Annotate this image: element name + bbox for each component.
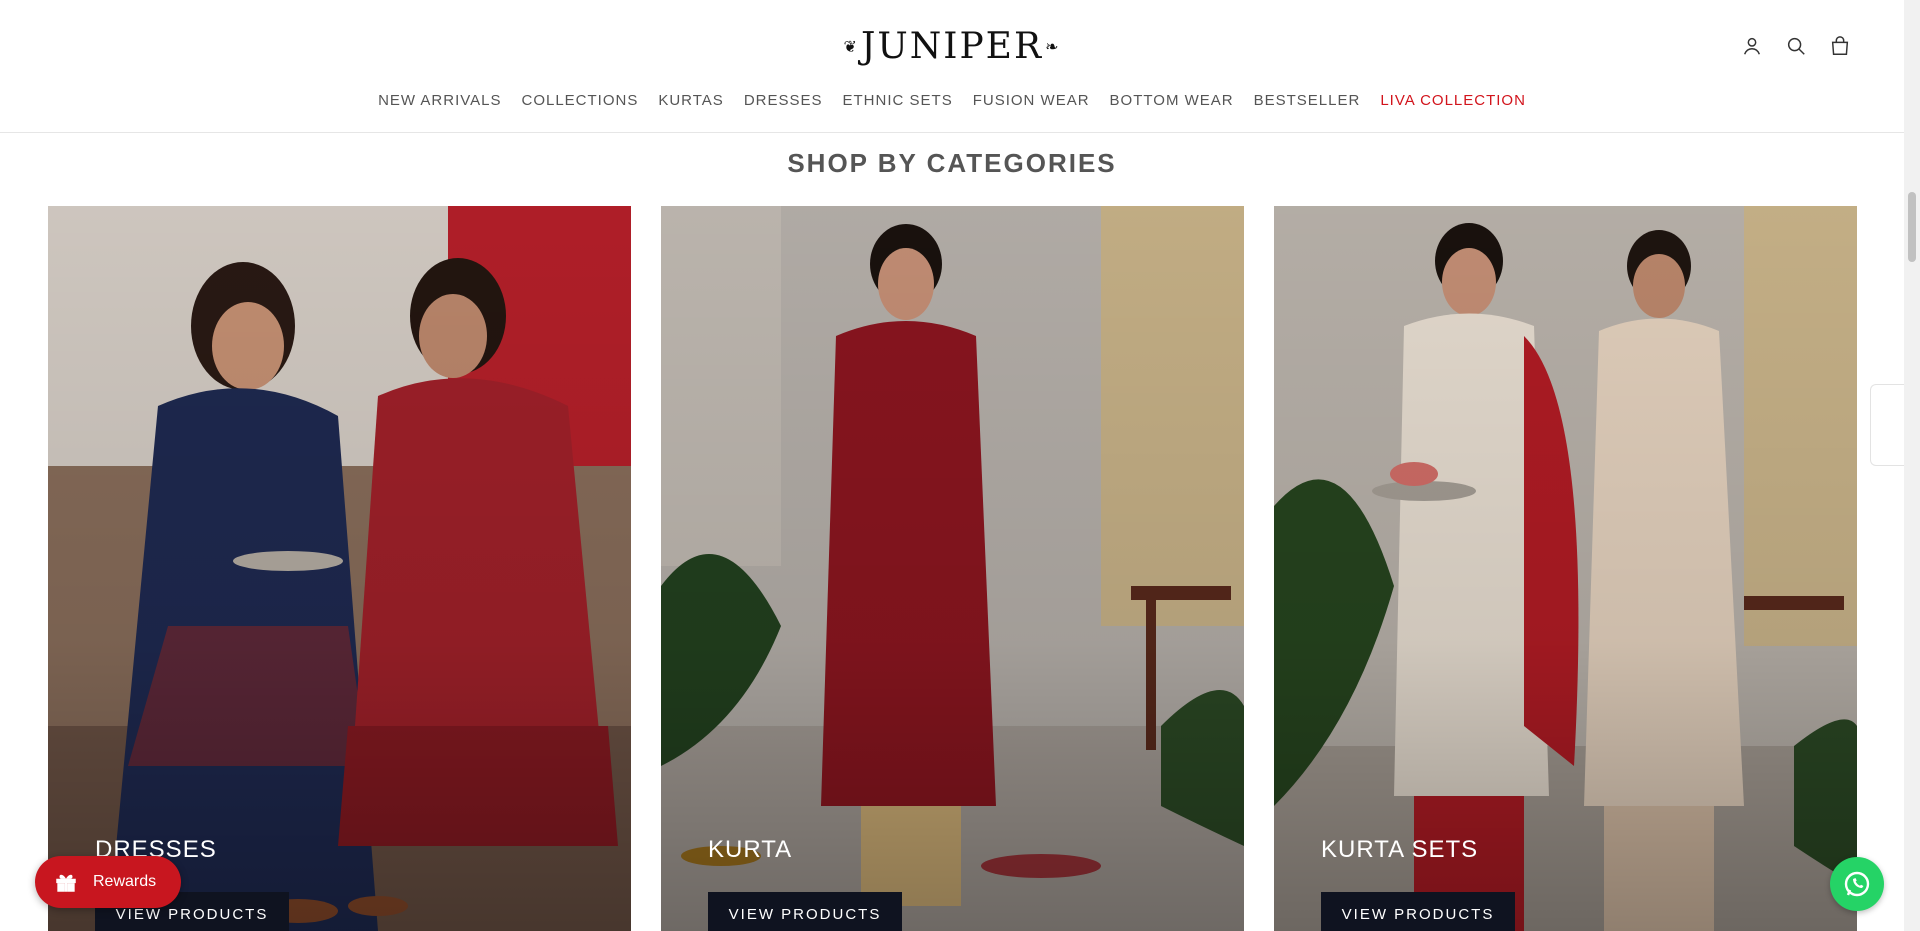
nav-kurtas[interactable]: KURTAS [648,92,733,109]
side-feedback-tab[interactable] [1870,384,1904,466]
category-card-kurta-sets[interactable]: KURTA SETS VIEW PRODUCTS [1274,206,1857,931]
category-grid: DRESSES VIEW PRODUCTS KURTA VIEW PRODUCT… [48,206,1857,931]
page: ❦ JUNIPER ❧ NEW ARRIVALS COLLECTIONS KUR… [0,0,1920,931]
rewards-label: Rewards [93,873,157,890]
main-nav: NEW ARRIVALS COLLECTIONS KURTAS DRESSES … [0,92,1904,109]
nav-bestseller[interactable]: BESTSELLER [1244,92,1371,109]
category-card-kurta[interactable]: KURTA VIEW PRODUCTS [661,206,1244,931]
view-products-button[interactable]: VIEW PRODUCTS [1321,892,1515,931]
card-overlay [48,206,631,931]
section-title: SHOP BY CATEGORIES [787,148,1117,178]
category-card-dresses[interactable]: DRESSES VIEW PRODUCTS [48,206,631,931]
rewards-launcher[interactable]: Rewards [35,856,181,908]
whatsapp-chat-button[interactable] [1830,857,1884,911]
whatsapp-icon [1844,871,1870,897]
site-header: ❦ JUNIPER ❧ NEW ARRIVALS COLLECTIONS KUR… [0,0,1904,133]
nav-new-arrivals[interactable]: NEW ARRIVALS [368,92,511,109]
bag-icon[interactable] [1828,34,1852,58]
user-icon[interactable] [1740,34,1764,58]
category-label: KURTA [708,836,793,863]
card-overlay [1274,206,1857,931]
nav-ethnic-sets[interactable]: ETHNIC SETS [833,92,963,109]
nav-fusion-wear[interactable]: FUSION WEAR [963,92,1100,109]
category-label: KURTA SETS [1321,836,1479,863]
scrollbar-thumb[interactable] [1908,192,1916,262]
view-products-button[interactable]: VIEW PRODUCTS [708,892,902,931]
logo-text: JUNIPER [860,25,1044,67]
card-overlay [661,206,1244,931]
leaf-ornament-icon: ❦ [843,36,859,56]
bird-ornament-icon: ❧ [1045,36,1061,56]
site-logo[interactable]: ❦ JUNIPER ❧ [844,22,1059,70]
nav-liva-collection[interactable]: LIVA COLLECTION [1370,92,1536,109]
search-icon[interactable] [1784,34,1808,58]
page-scrollbar[interactable] [1904,0,1920,931]
nav-dresses[interactable]: DRESSES [734,92,833,109]
gift-icon [56,874,76,892]
nav-bottom-wear[interactable]: BOTTOM WEAR [1100,92,1244,109]
nav-collections[interactable]: COLLECTIONS [511,92,648,109]
header-actions [1740,34,1852,58]
